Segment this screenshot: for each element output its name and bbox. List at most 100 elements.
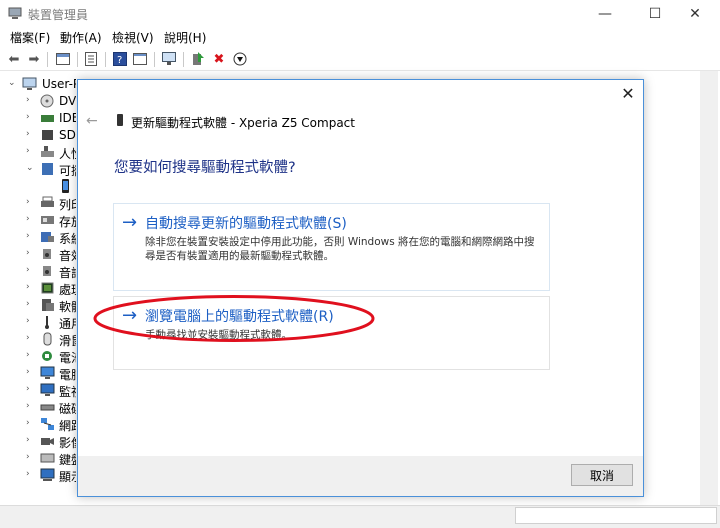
audio-io-icon [43,249,51,259]
window-titlebar: 裝置管理員 — ☐ ✕ [0,0,720,27]
tree-item[interactable]: › 電腦 [0,365,76,382]
dialog-heading: 您要如何搜尋驅動程式軟體? [114,160,296,176]
chevron-right-icon[interactable]: › [26,435,30,445]
arrow-right-icon: → [122,305,138,326]
chevron-right-icon[interactable]: › [26,265,30,275]
tree-item[interactable]: › 列印 [0,195,76,212]
horizontal-scrollbar[interactable] [515,507,717,524]
tree-item[interactable]: › 影像 [0,433,76,450]
chevron-right-icon[interactable]: › [26,146,30,156]
dialog-title: 更新驅動程式軟體 - Xperia Z5 Compact [131,116,355,130]
tree-item[interactable]: › 音訊 [0,263,76,280]
chevron-right-icon[interactable]: › [26,367,30,377]
back-arrow-icon[interactable]: ⬅ [6,51,22,67]
tree-item[interactable]: › 軟體 [0,297,76,314]
tree-item[interactable]: › 人性 [0,144,76,161]
chevron-right-icon[interactable]: › [26,248,30,258]
forward-arrow-icon[interactable]: ➡ [26,51,42,67]
tree-item[interactable]: › DV [0,93,76,110]
software-device-icon [42,299,54,311]
disk-drive-icon [40,404,55,411]
menu-help[interactable]: 說明(H) [164,29,206,46]
chevron-down-icon[interactable]: ⌄ [8,78,16,88]
close-window-button[interactable]: ✕ [672,0,718,27]
svg-text:?: ? [117,55,122,66]
install-driver-icon[interactable] [190,51,206,67]
auto-search-option[interactable]: → 自動搜尋更新的驅動程式軟體(S) 除非您在裝置安裝設定中停用此功能，否則 W… [113,203,550,291]
cancel-button[interactable]: 取消 [571,464,633,486]
chevron-right-icon[interactable]: › [26,214,30,224]
phone-icon [62,179,69,193]
tree-item[interactable]: › 電池 [0,348,76,365]
chevron-right-icon[interactable]: › [26,129,30,139]
tree-item-label: 存放 [59,215,76,229]
chevron-right-icon[interactable]: › [26,282,30,292]
device-tree: ⌄ User-P › DV › IDE › SD › 人性 ⌄ 可攜 › 列印 › 存放 › 系… [0,71,76,491]
tree-item-phone[interactable] [0,178,76,195]
menu-action[interactable]: 動作(A) [60,29,102,46]
tree-item-label: 人性 [59,147,76,161]
properties-icon[interactable] [55,51,71,67]
chevron-right-icon[interactable]: › [26,112,30,122]
help-icon[interactable]: ? [112,51,128,67]
menu-file[interactable]: 檔案(F) [10,29,50,46]
chevron-right-icon[interactable]: › [26,316,30,326]
tree-item[interactable]: › 通用 [0,314,76,331]
tree-item-portable[interactable]: ⌄ 可攜 [0,161,76,178]
menu-view[interactable]: 檢視(V) [112,29,154,46]
back-arrow-icon[interactable]: ← [86,113,98,129]
auto-search-description: 除非您在裝置安裝設定中停用此功能，否則 Windows 將在您的電腦和網際網路中… [145,236,535,262]
tree-item-label: 電池 [59,351,76,365]
tree-item-label: 通用 [59,317,76,331]
chevron-right-icon[interactable]: › [26,299,30,309]
chevron-right-icon[interactable]: › [26,231,30,241]
chevron-right-icon[interactable]: › [26,401,30,411]
download-arrow-icon[interactable] [232,51,248,67]
chevron-right-icon[interactable]: › [26,350,30,360]
minimize-button[interactable]: — [582,0,628,27]
tree-item[interactable]: › 監視 [0,382,76,399]
chevron-right-icon[interactable]: › [26,333,30,343]
view-window-icon[interactable] [132,51,148,67]
battery-icon [42,351,52,361]
chevron-right-icon[interactable]: › [26,418,30,428]
computer-icon [22,77,37,90]
tree-item-label: 可攜 [59,164,76,178]
chevron-right-icon[interactable]: › [26,469,30,479]
tree-item[interactable]: › 磁碟 [0,399,76,416]
tree-item[interactable]: › 鍵盤 [0,450,76,467]
chevron-right-icon[interactable]: › [26,384,30,394]
dialog-close-button[interactable]: ✕ [619,84,637,103]
tree-item[interactable]: › 滑鼠 [0,331,76,348]
tree-item[interactable]: › SD [0,127,76,144]
tree-item[interactable]: › 系統 [0,229,76,246]
chevron-right-icon[interactable]: › [26,197,30,207]
uninstall-x-icon[interactable]: ✖ [211,51,227,67]
browse-computer-description: 手動尋找並安裝驅動程式軟體。 [145,329,292,341]
keyboard-icon [40,453,55,463]
tree-item[interactable]: › IDE [0,110,76,127]
chevron-right-icon[interactable]: › [26,95,30,105]
window-title: 裝置管理員 [28,8,89,22]
tree-item-label: 鍵盤 [59,453,76,467]
scan-hardware-icon[interactable] [161,51,177,67]
tree-item-label: 音效 [59,249,76,263]
update-driver-list-icon[interactable] [83,51,99,67]
tree-root[interactable]: ⌄ User-P [0,76,76,93]
tree-item[interactable]: › 網路 [0,416,76,433]
tree-item[interactable]: › 顯示 [0,467,76,484]
dvd-drive-icon [40,94,54,108]
tree-item[interactable]: › 處理 [0,280,76,297]
mouse-icon [43,332,52,346]
chevron-right-icon[interactable]: › [26,452,30,462]
vertical-scrollbar[interactable] [700,71,718,505]
tree-item-label: 滑鼠 [59,334,76,348]
tree-item-label: 系統 [59,232,76,246]
tree-item[interactable]: › 音效 [0,246,76,263]
chevron-down-icon[interactable]: ⌄ [26,163,34,173]
tree-root-label: User-P [42,77,76,91]
tree-item[interactable]: › 存放 [0,212,76,229]
menu-bar: 檔案(F) 動作(A) 檢視(V) 說明(H) [0,27,720,47]
usb-controller-icon [45,316,49,329]
browse-computer-option[interactable]: → 瀏覽電腦上的驅動程式軟體(R) 手動尋找並安裝驅動程式軟體。 [113,296,550,370]
